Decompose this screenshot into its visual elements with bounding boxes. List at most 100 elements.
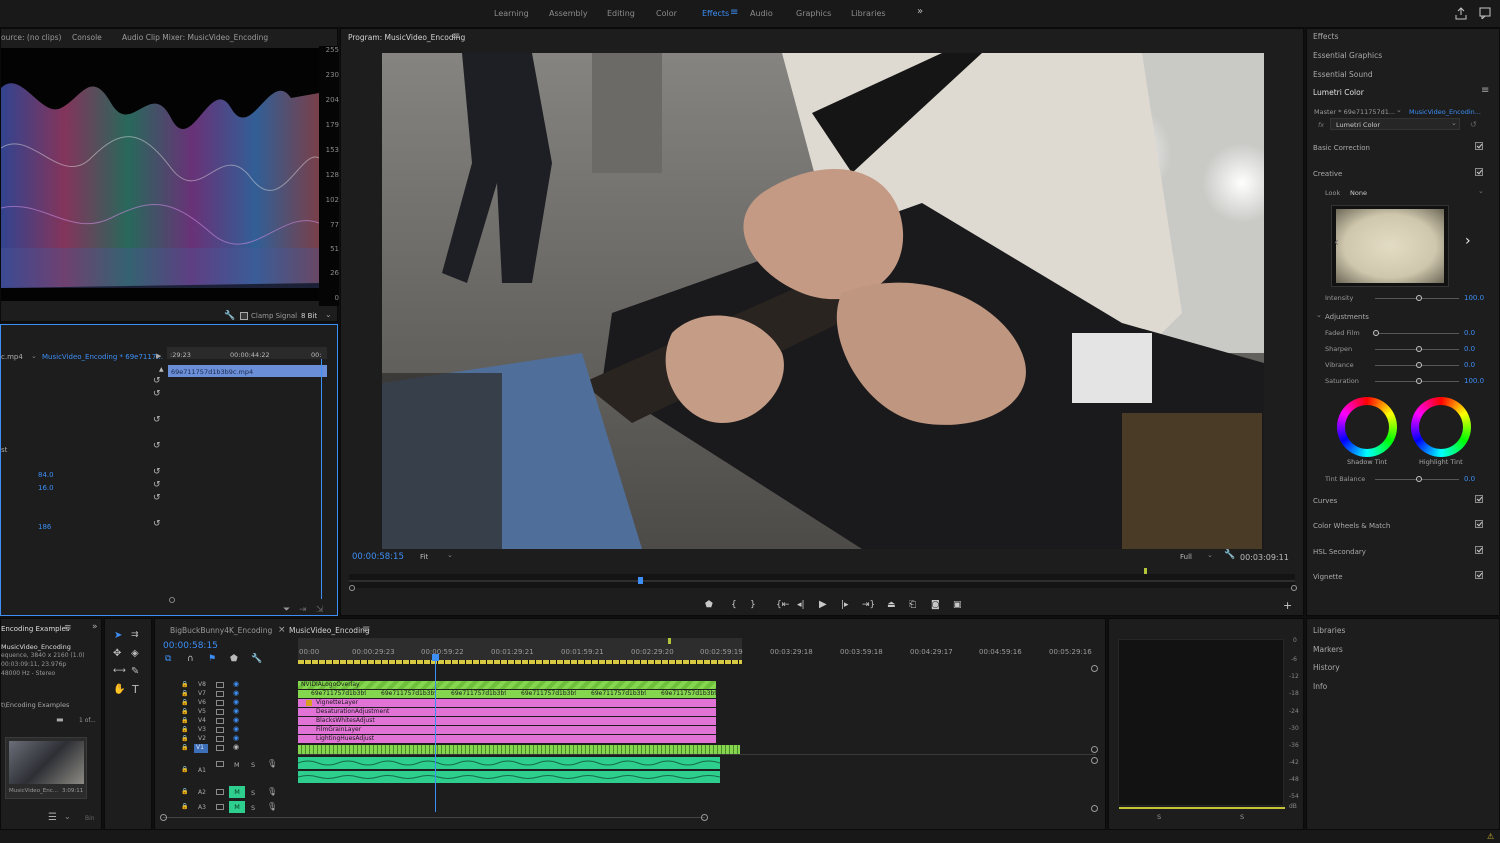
tint-balance-slider[interactable] (1375, 476, 1459, 482)
solo-button[interactable]: S (251, 761, 255, 769)
lock-icon[interactable]: 🔒 (181, 735, 188, 742)
lock-icon[interactable]: 🔒 (181, 690, 188, 697)
toggle-sync-icon[interactable] (216, 709, 224, 715)
track-label-v7[interactable]: V7 (198, 690, 206, 697)
reset-icon[interactable]: ↺ (153, 415, 161, 425)
fx-select[interactable]: Lumetri Color ⌄ (1330, 118, 1460, 130)
eye-icon[interactable]: ◉ (233, 689, 239, 697)
workspace-tab-libraries[interactable]: Libraries (851, 9, 886, 18)
chevron-down-icon[interactable]: ⌄ (64, 812, 71, 821)
export-icon[interactable]: ⇥ (299, 605, 307, 615)
comment-icon[interactable] (1479, 7, 1491, 19)
solo-right-button[interactable]: S (1240, 813, 1244, 821)
tab-lumetri-color[interactable]: Lumetri Color (1313, 88, 1364, 97)
panel-menu-icon[interactable]: ≡ (64, 623, 72, 633)
program-timecode[interactable]: 00:00:58:15 (352, 552, 404, 562)
toggle-sync-icon[interactable] (216, 727, 224, 733)
look-select[interactable]: None (1350, 189, 1367, 197)
lock-icon[interactable]: 🔒 (181, 717, 188, 724)
hsl-secondary-checkbox[interactable] (1475, 546, 1483, 554)
wrench-icon[interactable]: 🔧 (251, 654, 262, 664)
tab-source[interactable]: ource: (no clips) (1, 33, 61, 42)
timeline-tab-bigbuckbunny[interactable]: BigBuckBunny4K_Encoding (170, 626, 272, 635)
solo-button[interactable]: S (251, 789, 255, 797)
track-label-v6[interactable]: V6 (198, 699, 206, 706)
toggle-sync-icon[interactable] (216, 691, 224, 697)
add-button-icon[interactable]: + (1283, 599, 1292, 612)
reset-icon[interactable]: ↺ (1470, 120, 1477, 129)
fit-select[interactable]: Fit (420, 553, 428, 561)
more-panels-icon[interactable]: » (92, 622, 98, 632)
saturation-slider[interactable] (1375, 378, 1459, 384)
vertical-scroll-handle[interactable] (1091, 805, 1098, 812)
slider-knob[interactable] (1416, 346, 1422, 352)
workspace-menu-icon[interactable]: ≡ (730, 7, 738, 18)
lock-icon[interactable]: 🔒 (181, 681, 188, 688)
track-label-v4[interactable]: V4 (198, 717, 206, 724)
close-icon[interactable]: × (278, 625, 286, 635)
panel-menu-icon[interactable]: ≡ (452, 31, 460, 42)
add-marker-icon[interactable]: ⬟ (705, 600, 713, 610)
lock-icon[interactable]: 🔒 (181, 726, 188, 733)
timeline-playhead[interactable] (435, 656, 436, 812)
tab-effects[interactable]: Effects (1313, 32, 1339, 41)
toggle-sync-icon[interactable] (216, 700, 224, 706)
pen-tool-icon[interactable]: ✎ (131, 666, 139, 677)
program-scrubber[interactable] (349, 568, 1295, 588)
horizontal-scroll-handle[interactable] (160, 814, 167, 821)
new-bin-button[interactable]: Bin (85, 815, 95, 822)
chevron-down-icon[interactable]: ⌄ (1316, 311, 1322, 319)
eye-icon[interactable]: ◉ (233, 680, 239, 688)
tint-balance-value[interactable]: 0.0 (1464, 475, 1475, 483)
warning-icon[interactable]: ⚠ (1487, 832, 1494, 841)
list-view-icon[interactable]: ☰ (48, 812, 57, 823)
reset-icon[interactable]: ↺ (153, 480, 161, 490)
clip-v7[interactable]: 69e711757d1b3b9 (658, 690, 716, 698)
slip-tool-icon[interactable]: ⟷ (113, 666, 126, 676)
timeline-timecode[interactable]: 00:00:58:15 (163, 641, 218, 651)
lock-icon[interactable]: 🔒 (181, 708, 188, 715)
vignette-checkbox[interactable] (1475, 571, 1483, 579)
bit-depth-select[interactable]: 8 Bit (301, 312, 317, 320)
toggle-sync-icon[interactable] (216, 804, 224, 810)
next-look-icon[interactable]: › (1465, 233, 1471, 249)
lock-icon[interactable]: 🔒 (181, 803, 188, 810)
hand-tool-icon[interactable]: ✋ (113, 684, 125, 695)
chevron-down-icon[interactable]: ⌄ (1207, 551, 1213, 559)
eye-icon[interactable]: ◉ (233, 734, 239, 742)
zoom-handle[interactable] (169, 597, 175, 603)
tab-libraries[interactable]: Libraries (1313, 626, 1345, 635)
workspace-tab-editing[interactable]: Editing (607, 9, 635, 18)
reset-icon[interactable]: ↺ (153, 493, 161, 503)
razor-tool-icon[interactable]: ◈ (131, 648, 139, 659)
lock-icon[interactable]: 🔒 (181, 788, 188, 795)
mute-button-active[interactable]: M (229, 786, 245, 798)
zoom-handle-right[interactable] (1291, 585, 1297, 591)
master-clip-label[interactable]: Master * 69e711757d1... (1314, 108, 1395, 116)
project-title[interactable]: Encoding Examples (1, 625, 70, 633)
slider-knob[interactable] (1416, 378, 1422, 384)
workspace-tab-color[interactable]: Color (656, 9, 677, 18)
lock-icon[interactable]: 🔒 (181, 744, 188, 751)
timeline-tab-musicvideo[interactable]: MusicVideo_Encoding (289, 626, 370, 635)
ec-clip-name[interactable]: c.mp4 (1, 353, 23, 361)
tab-audio-clip-mixer[interactable]: Audio Clip Mixer: MusicVideo_Encoding (122, 33, 268, 42)
linked-selection-icon[interactable]: ∩ (187, 654, 194, 664)
track-label-a2[interactable]: A2 (198, 789, 206, 796)
slider-knob[interactable] (1373, 330, 1379, 336)
workspace-tab-audio[interactable]: Audio (750, 9, 773, 18)
ec-value[interactable]: 16.0 (38, 484, 54, 492)
slider-knob[interactable] (1416, 476, 1422, 482)
go-to-in-icon[interactable]: {⇤ (776, 600, 789, 610)
clip-v1-video[interactable] (298, 745, 740, 754)
eye-icon[interactable]: ◉ (233, 725, 239, 733)
quality-select[interactable]: Full (1180, 553, 1192, 561)
project-thumbnail[interactable]: MusicVideo_Enc... 3:09:11 (5, 737, 87, 799)
camera-icon[interactable]: ◙ (931, 600, 940, 610)
tab-console[interactable]: Console (72, 33, 102, 42)
vertical-scroll-handle[interactable] (1091, 746, 1098, 753)
track-label-v5[interactable]: V5 (198, 708, 206, 715)
chevron-down-icon[interactable]: ⌄ (1478, 187, 1484, 195)
track-label-v3[interactable]: V3 (198, 726, 206, 733)
clamp-signal-checkbox[interactable] (240, 312, 248, 320)
